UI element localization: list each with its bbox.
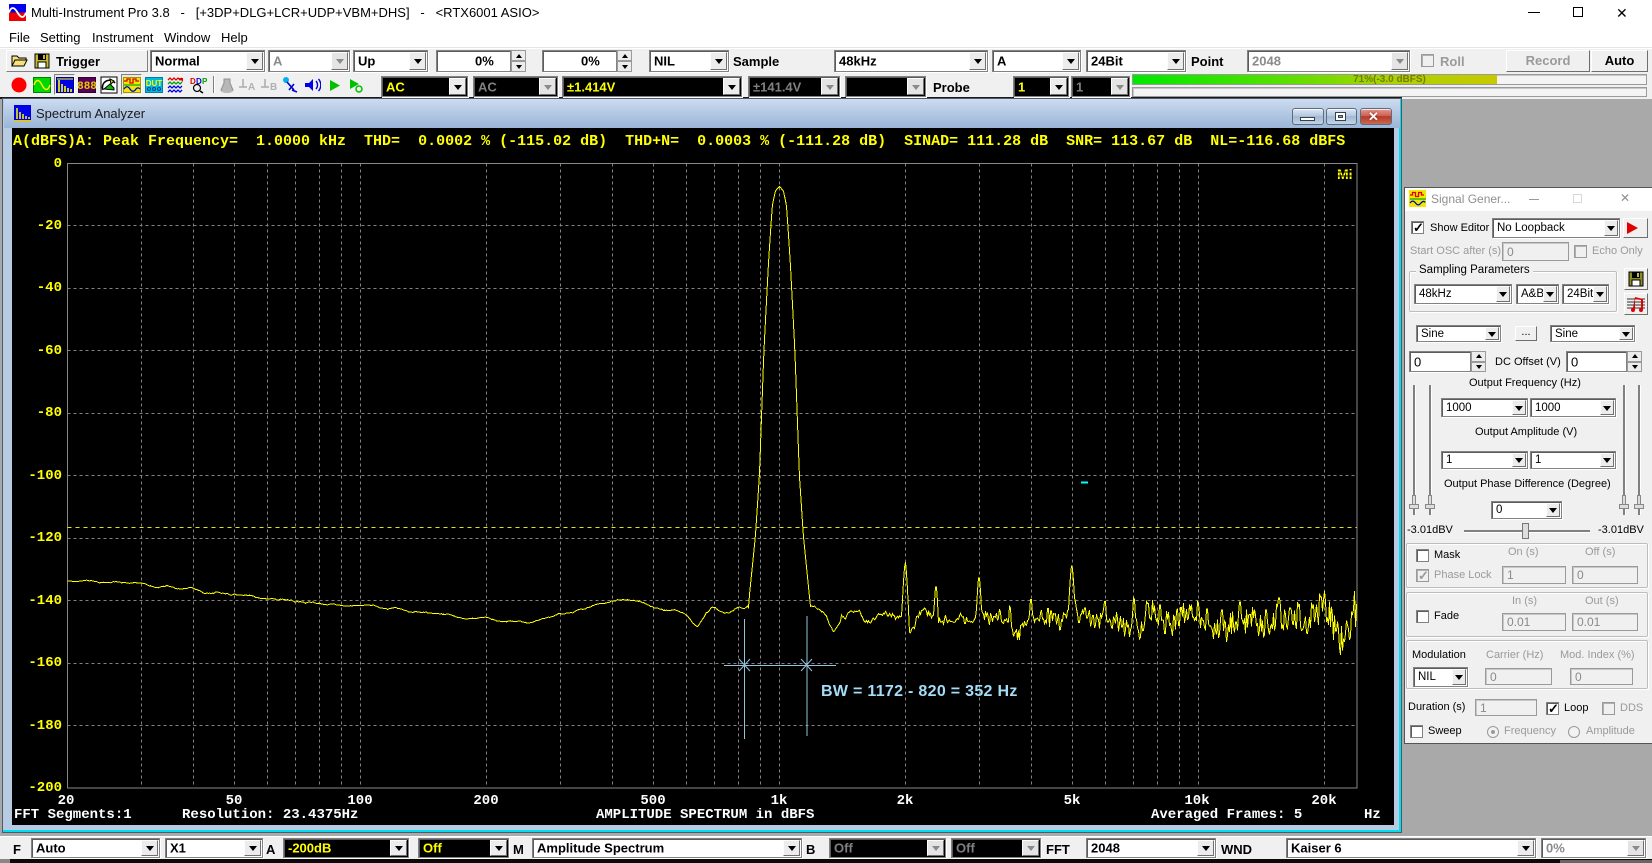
svg-text:DUT: DUT [146, 79, 163, 88]
svg-text:A: A [248, 82, 255, 93]
svg-text:B: B [270, 82, 277, 93]
svg-text:P: P [202, 77, 207, 86]
svg-text:888: 888 [78, 81, 96, 93]
